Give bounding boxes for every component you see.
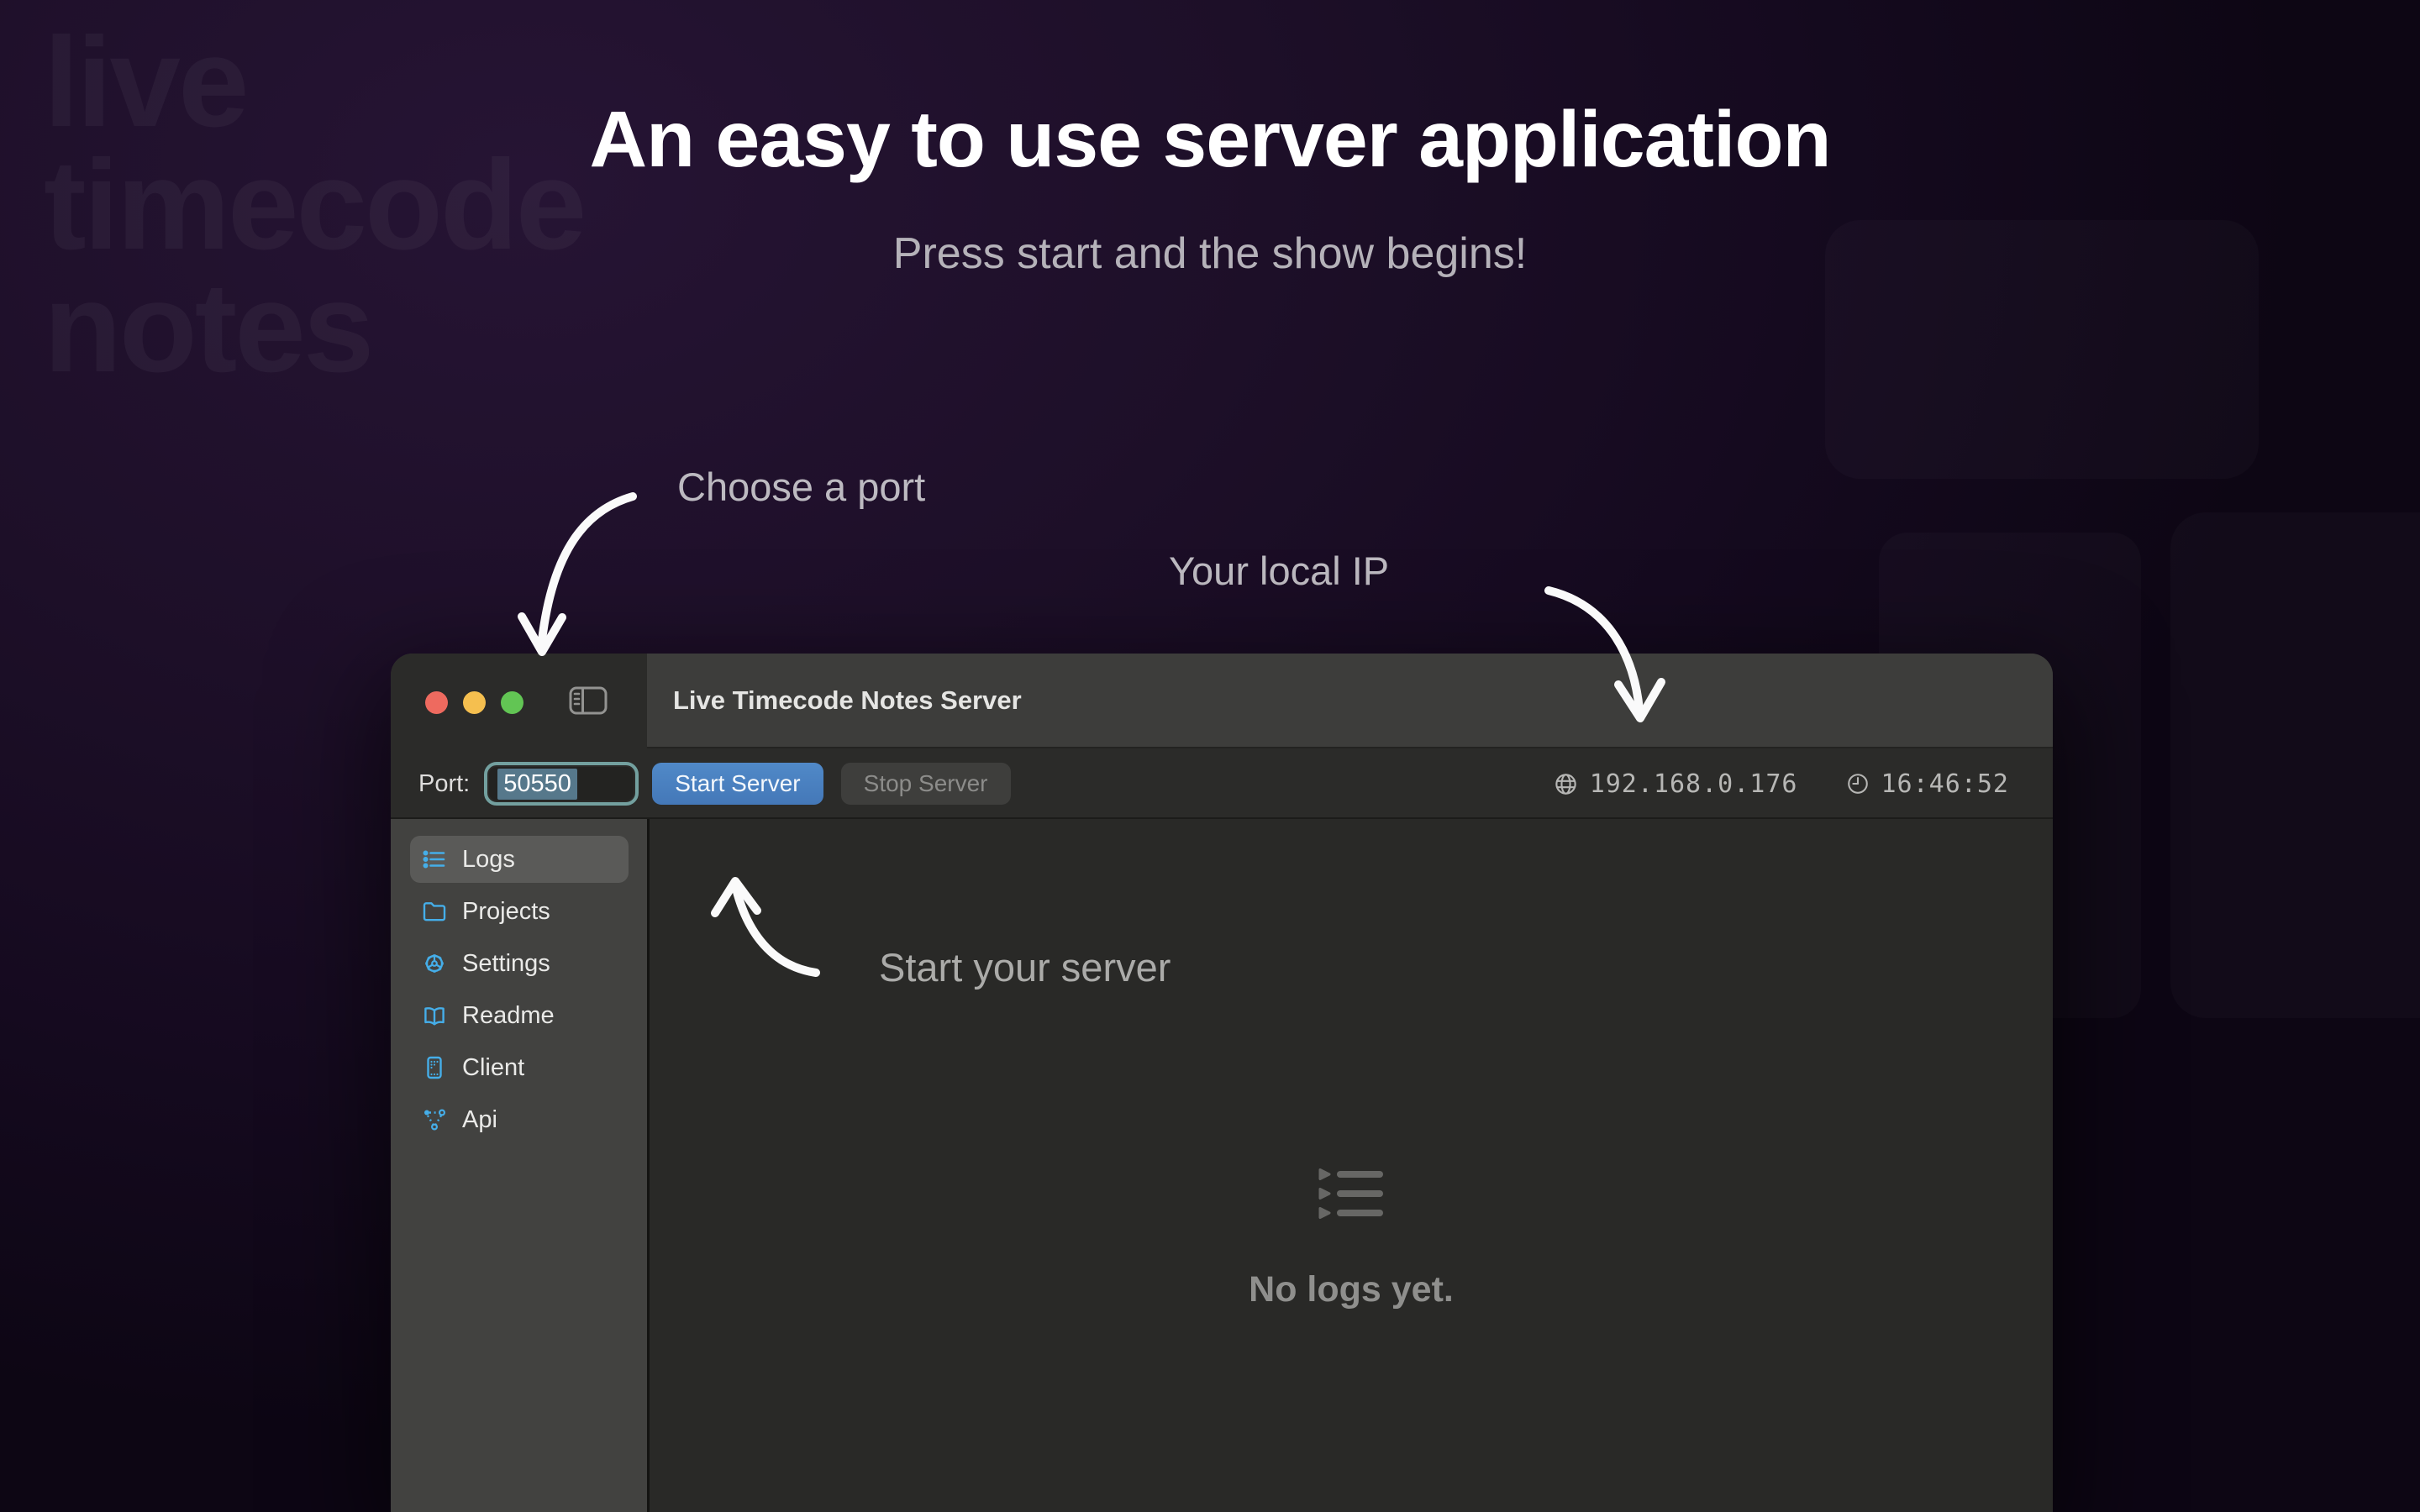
- globe-icon: [1553, 771, 1579, 797]
- sidebar-item-label: Readme: [462, 1002, 555, 1030]
- sidebar-item-label: Logs: [462, 846, 515, 874]
- window-title: Live Timecode Notes Server: [673, 685, 1022, 716]
- annotation-local-ip: Your local IP: [1169, 548, 1389, 594]
- close-button[interactable]: [425, 691, 448, 714]
- ip-address-value: 192.168.0.176: [1590, 769, 1798, 799]
- logs-content: No logs yet.: [650, 819, 2053, 1512]
- port-input[interactable]: 50550: [484, 762, 639, 806]
- background-tile: [2170, 512, 2420, 1018]
- traffic-lights: [425, 691, 523, 714]
- list-icon: [421, 846, 448, 873]
- page-background: live timecode notes An easy to use serve…: [0, 0, 2420, 1512]
- sidebar-item-label: Projects: [462, 898, 550, 926]
- clock-icon: [1845, 771, 1870, 796]
- gear-icon: [421, 950, 448, 977]
- sidebar-item-projects[interactable]: Projects: [410, 888, 629, 935]
- minimize-button[interactable]: [463, 691, 486, 714]
- sidebar-item-api[interactable]: Api: [410, 1096, 629, 1143]
- device-icon: [421, 1054, 448, 1081]
- page-title: An easy to use server application: [0, 94, 2420, 186]
- empty-logs-icon: [1318, 1168, 1385, 1220]
- port-value-selected: 50550: [497, 769, 577, 800]
- time-value: 16:46:52: [1881, 769, 2010, 799]
- watermark-line: notes: [44, 267, 584, 390]
- toolbar-status: 192.168.0.176 16:46:52: [1553, 769, 2009, 799]
- port-input-inner[interactable]: 50550: [489, 767, 634, 801]
- book-icon: [421, 1002, 448, 1029]
- sidebar-item-readme[interactable]: Readme: [410, 992, 629, 1039]
- toolbar: Port: 50550 Start Server Stop Server 1: [391, 750, 2053, 817]
- zoom-button[interactable]: [501, 691, 523, 714]
- folder-icon: [421, 898, 448, 925]
- window-body: Logs Projects: [391, 819, 2053, 1512]
- title-bar[interactable]: Live Timecode Notes Server: [647, 654, 2053, 748]
- sidebar-item-label: Client: [462, 1054, 524, 1082]
- sidebar-item-client[interactable]: Client: [410, 1044, 629, 1091]
- annotation-choose-port: Choose a port: [677, 464, 925, 510]
- choose-port-arrow: [522, 496, 633, 652]
- sidebar: Logs Projects: [391, 819, 647, 1512]
- sidebar-toggle-button[interactable]: [569, 685, 608, 716]
- sidebar-item-settings[interactable]: Settings: [410, 940, 629, 987]
- brand-watermark: live timecode notes: [44, 22, 584, 390]
- empty-state-message: No logs yet.: [650, 1269, 2053, 1310]
- sidebar-item-label: Api: [462, 1106, 497, 1134]
- app-window: Live Timecode Notes Server Port: 50550: [391, 654, 2053, 1512]
- api-nodes-icon: [421, 1106, 448, 1133]
- port-label: Port:: [418, 770, 470, 798]
- sidebar-toggle-icon: [569, 685, 608, 716]
- sidebar-item-label: Settings: [462, 950, 550, 978]
- start-server-button[interactable]: Start Server: [652, 763, 823, 805]
- sidebar-item-logs[interactable]: Logs: [410, 836, 629, 883]
- annotation-start-server: Start your server: [879, 944, 1171, 990]
- stop-server-button[interactable]: Stop Server: [841, 763, 1011, 805]
- page-subtitle: Press start and the show begins!: [0, 228, 2420, 279]
- empty-state: No logs yet.: [650, 1168, 2053, 1310]
